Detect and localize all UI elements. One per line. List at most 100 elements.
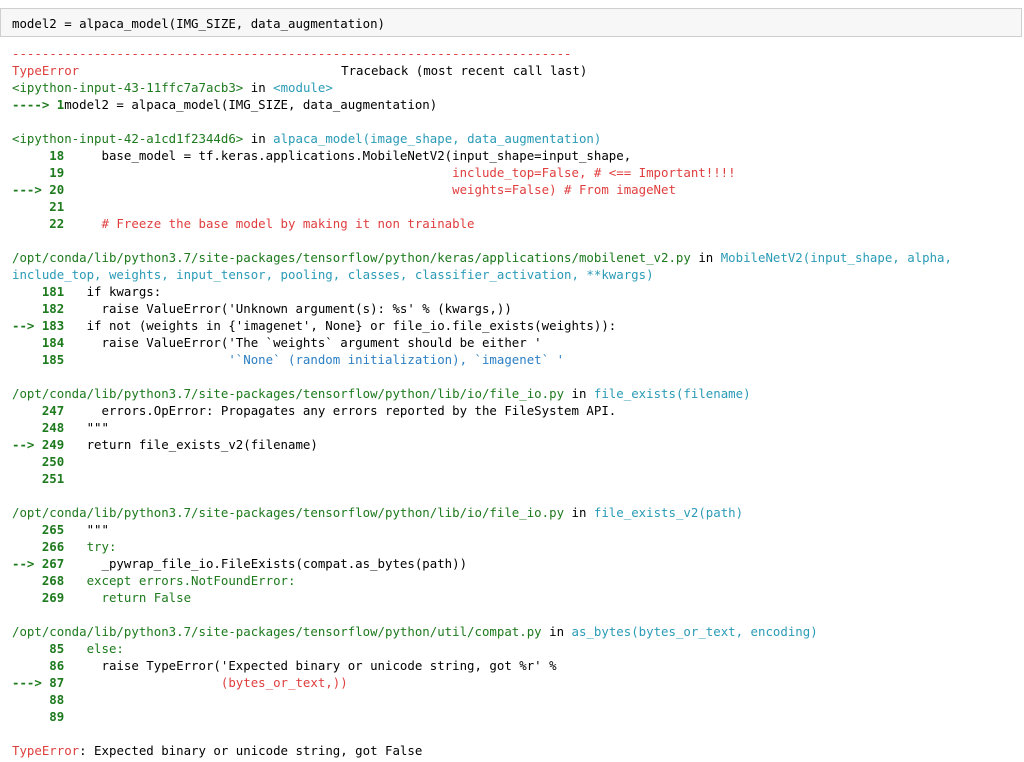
line-text: raise ValueError('The `weights` argument…: [64, 335, 542, 350]
line-marker: ----> 1: [12, 97, 65, 112]
frame-line: 250: [12, 453, 1022, 470]
line-text: return file_exists_v2(filename): [64, 437, 318, 452]
traceback-header-right: Traceback (most recent call last): [341, 63, 588, 78]
line-text: else:: [64, 641, 124, 656]
frame-line: 86 raise TypeError('Expected binary or u…: [12, 657, 1022, 674]
line-marker: 250: [12, 454, 65, 469]
line-marker: 18: [12, 148, 65, 163]
line-marker: --> 267: [12, 556, 65, 571]
frame-line: 88: [12, 691, 1022, 708]
frame-func: <module>: [273, 80, 333, 95]
frame-line: 182 raise ValueError('Unknown argument(s…: [12, 300, 1022, 317]
frame-func: MobileNetV2(input_shape, alpha,: [720, 250, 952, 265]
frame-line: 248 """: [12, 419, 1022, 436]
line-marker: 184: [12, 335, 65, 350]
line-marker: 85: [12, 641, 65, 656]
line-text: return False: [64, 590, 192, 605]
frame-line: --> 249 return file_exists_v2(filename): [12, 436, 1022, 453]
line-marker: --> 249: [12, 437, 65, 452]
frame-header: /opt/conda/lib/python3.7/site-packages/t…: [12, 249, 1022, 266]
traceback-header: TypeError Traceback (most recent call las…: [12, 62, 1022, 79]
line-marker: 22: [12, 216, 65, 231]
frame-line: 266 try:: [12, 538, 1022, 555]
frame-file: <ipython-input-42-a1cd1f2344d6>: [12, 131, 244, 146]
line-marker: 265: [12, 522, 65, 537]
frame-line: 18 base_model = tf.keras.applications.Mo…: [12, 147, 1022, 164]
frame-line: 181 if kwargs:: [12, 283, 1022, 300]
frame-line: 185 '`None` (random initialization), `im…: [12, 351, 1022, 368]
frame-line: 89: [12, 708, 1022, 725]
frame-func: file_exists_v2(path): [593, 505, 744, 520]
line-text: _pywrap_file_io.FileExists(compat.as_byt…: [64, 556, 468, 571]
final-error: TypeError: Expected binary or unicode st…: [12, 742, 1022, 759]
line-marker: 88: [12, 692, 65, 707]
line-marker: 89: [12, 709, 65, 724]
line-text: base_model = tf.keras.applications.Mobil…: [64, 148, 632, 163]
line-marker: ---> 20: [12, 182, 65, 197]
line-marker: 247: [12, 403, 65, 418]
line-marker: --> 183: [12, 318, 65, 333]
line-text: errors.OpError: Propagates any errors re…: [64, 403, 617, 418]
frame-line: 85 else:: [12, 640, 1022, 657]
frame-in: in: [571, 386, 587, 401]
line-marker: 251: [12, 471, 65, 486]
frame-header-cont: include_top, weights, input_tensor, pool…: [12, 266, 1022, 283]
line-text: """: [64, 420, 109, 435]
line-marker: 181: [12, 284, 65, 299]
frame-line: 184 raise ValueError('The `weights` argu…: [12, 334, 1022, 351]
final-error-type: TypeError: [12, 743, 80, 758]
frame-header: /opt/conda/lib/python3.7/site-packages/t…: [12, 623, 1022, 640]
line-marker: 182: [12, 301, 65, 316]
line-text: '`None` (random initialization), `imagen…: [64, 352, 565, 367]
frame-line: ---> 20 weights=False) # From imageNet: [12, 181, 1022, 198]
traceback-output: ----------------------------------------…: [12, 45, 1022, 759]
frame-line: --> 183 if not (weights in {'imagenet', …: [12, 317, 1022, 334]
line-text: # Freeze the base model by making it non…: [64, 216, 475, 231]
frame-in: in: [250, 80, 266, 95]
frame-func: alpaca_model(image_shape, data_augmentat…: [273, 131, 602, 146]
line-text: if not (weights in {'imagenet', None} or…: [64, 318, 617, 333]
frame-line: 265 """: [12, 521, 1022, 538]
frame-in: in: [549, 624, 565, 639]
frame-header: <ipython-input-42-a1cd1f2344d6> in alpac…: [12, 130, 1022, 147]
line-marker: 185: [12, 352, 65, 367]
frame-line: 22 # Freeze the base model by making it …: [12, 215, 1022, 232]
frame-line: 251: [12, 470, 1022, 487]
line-marker: 248: [12, 420, 65, 435]
line-text: model2 = alpaca_model(IMG_SIZE, data_aug…: [64, 97, 438, 112]
final-error-message: : Expected binary or unicode string, got…: [79, 743, 423, 758]
frame-line: ----> 1model2 = alpaca_model(IMG_SIZE, d…: [12, 96, 1022, 113]
frame-func: as_bytes(bytes_or_text, encoding): [571, 624, 818, 639]
frame-line: 19 include_top=False, # <== Important!!!…: [12, 164, 1022, 181]
line-text: """: [64, 522, 109, 537]
line-text: weights=False) # From imageNet: [64, 182, 676, 197]
line-marker: 86: [12, 658, 65, 673]
frame-in: in: [250, 131, 266, 146]
line-text: except errors.NotFoundError:: [64, 573, 296, 588]
input-code[interactable]: model2 = alpaca_model(IMG_SIZE, data_aug…: [12, 15, 385, 32]
line-text: try:: [64, 539, 117, 554]
frame-file: /opt/conda/lib/python3.7/site-packages/t…: [12, 624, 542, 639]
line-text: if kwargs:: [64, 284, 162, 299]
input-cell[interactable]: model2 = alpaca_model(IMG_SIZE, data_aug…: [0, 8, 1022, 37]
frame-in: in: [571, 505, 587, 520]
frame-line: --> 267 _pywrap_file_io.FileExists(compa…: [12, 555, 1022, 572]
frame-file: /opt/conda/lib/python3.7/site-packages/t…: [12, 250, 691, 265]
frame-file: /opt/conda/lib/python3.7/site-packages/t…: [12, 505, 565, 520]
frame-file: <ipython-input-43-11ffc7a7acb3>: [12, 80, 244, 95]
error-type: TypeError: [12, 63, 80, 78]
line-marker: 268: [12, 573, 65, 588]
frame-line: ---> 87 (bytes_or_text,)): [12, 674, 1022, 691]
line-marker: ---> 87: [12, 675, 65, 690]
line-text: raise ValueError('Unknown argument(s): %…: [64, 301, 512, 316]
frame-header: <ipython-input-43-11ffc7a7acb3> in <modu…: [12, 79, 1022, 96]
line-text: include_top=False, # <== Important!!!!: [64, 165, 736, 180]
frame-file: /opt/conda/lib/python3.7/site-packages/t…: [12, 386, 565, 401]
frame-header: /opt/conda/lib/python3.7/site-packages/t…: [12, 504, 1022, 521]
line-marker: 19: [12, 165, 65, 180]
